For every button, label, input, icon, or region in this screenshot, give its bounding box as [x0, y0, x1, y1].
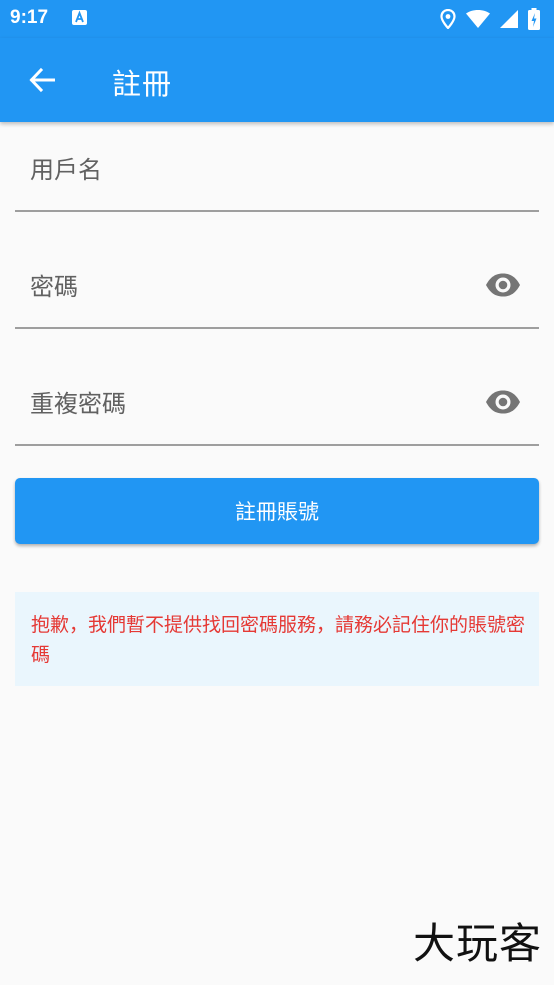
back-button[interactable] [18, 56, 66, 104]
app-bar: 註冊 [0, 38, 554, 122]
eye-icon[interactable] [485, 267, 521, 303]
page-title: 註冊 [112, 67, 173, 101]
status-icons [440, 8, 540, 30]
eye-icon[interactable] [485, 384, 521, 420]
register-button-label: 註冊賬號 [235, 500, 319, 524]
status-time: 9:17 [10, 7, 49, 28]
notice-text: 抱歉，我們暫不提供找回密碼服務，請務必記住你的賬號密碼 [31, 614, 526, 666]
confirm-password-label: 重複密碼 [30, 390, 126, 418]
signal-icon [500, 10, 518, 28]
watermark-logo: 大玩客 [412, 919, 542, 968]
status-bar: 9:17 [0, 0, 554, 38]
notification-a-icon [72, 10, 87, 25]
confirm-password-field[interactable]: 重複密碼 [15, 374, 539, 446]
username-field[interactable]: 用戶名 [15, 140, 539, 212]
password-label: 密碼 [30, 273, 78, 301]
notice-box: 抱歉，我們暫不提供找回密碼服務，請務必記住你的賬號密碼 [15, 592, 539, 686]
username-label: 用戶名 [30, 156, 102, 184]
arrow-back-icon [29, 67, 55, 93]
wifi-icon [466, 10, 490, 28]
register-button[interactable]: 註冊賬號 [15, 478, 539, 544]
password-field[interactable]: 密碼 [15, 257, 539, 329]
battery-icon [528, 8, 540, 30]
location-icon [440, 9, 456, 29]
